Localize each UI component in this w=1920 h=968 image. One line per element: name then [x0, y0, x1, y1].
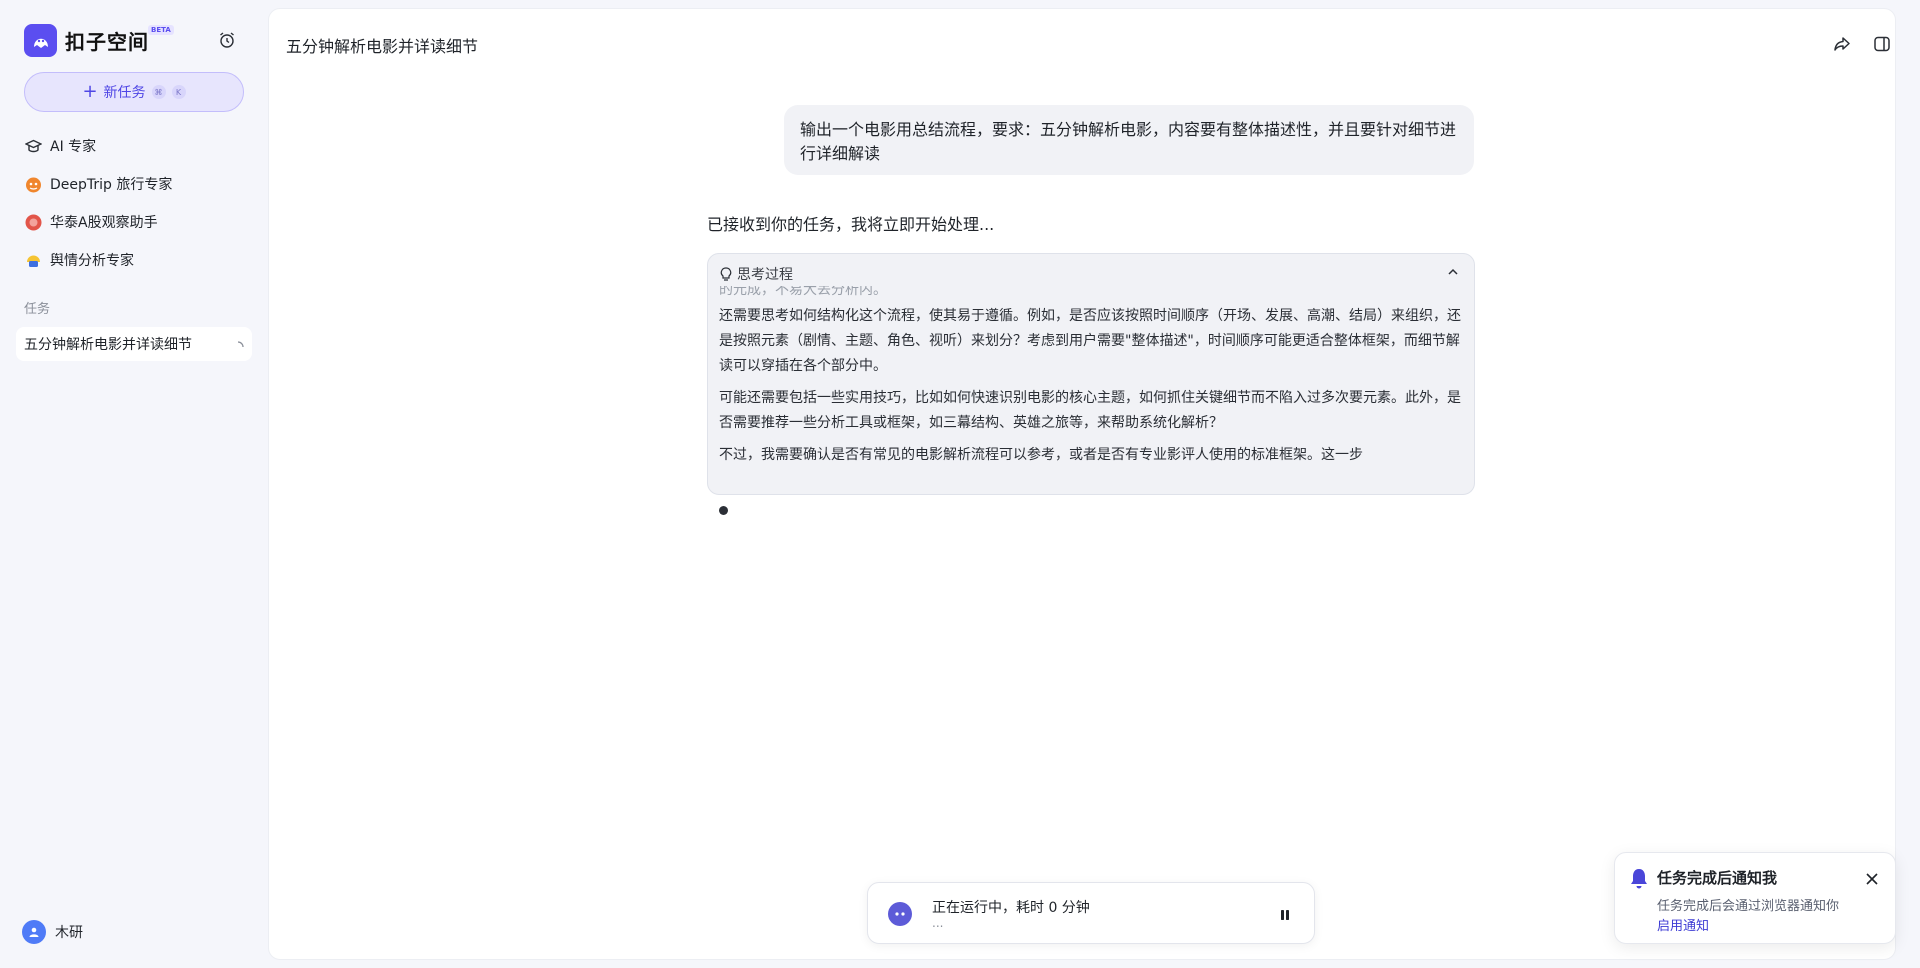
avatar	[22, 920, 46, 944]
brand-name: 扣子空间	[65, 30, 149, 54]
graduation-cap-icon	[24, 137, 42, 155]
status-text: 正在运行中，耗时 0 分钟	[932, 900, 1090, 916]
thinking-panel: 思考过程 的元成，不易大丢分析内。 还需要思考如何结构化这个流程，使其易于遵循。…	[707, 253, 1475, 495]
user-profile[interactable]: 木研	[22, 920, 83, 944]
shortcut-cmd: ⌘	[151, 85, 166, 99]
thinking-paragraph: 不过，我需要确认是否有常见的电影解析流程可以参考，或者是否有专业影评人使用的标准…	[719, 447, 1363, 463]
sidebar-item-label: DeepTrip 旅行专家	[50, 177, 173, 193]
sidebar-item-label: 华泰A股观察助手	[50, 215, 158, 231]
sentiment-icon	[24, 251, 42, 269]
toast-title: 任务完成后通知我	[1657, 869, 1778, 887]
page-title: 五分钟解析电影并详读细节	[286, 37, 479, 56]
enable-notification-link[interactable]: 启用通知	[1657, 915, 1709, 934]
typing-indicator	[719, 506, 728, 515]
logo-icon	[24, 24, 57, 57]
user-message: 输出一个电影用总结流程，要求：五分钟解析电影，内容要有整体描述性，并且要针对细节…	[784, 105, 1474, 175]
share-icon[interactable]	[1831, 33, 1853, 55]
plus-icon: +	[82, 81, 98, 102]
huatai-icon	[24, 213, 42, 231]
beta-badge: BETA	[148, 25, 174, 35]
task-item[interactable]: 五分钟解析电影并详读细节	[16, 327, 252, 361]
new-task-button[interactable]: + 新任务 ⌘ K	[24, 72, 244, 112]
brand[interactable]: 扣子空间 BETA	[24, 24, 174, 57]
sidebar-item-huatai[interactable]: 华泰A股观察助手	[16, 205, 252, 239]
sidebar-item-deeptrip[interactable]: DeepTrip 旅行专家	[16, 167, 252, 201]
toast-description: 任务完成后会通过浏览器通知你	[1657, 899, 1840, 914]
bot-avatar-icon	[888, 902, 912, 926]
pause-icon[interactable]	[1278, 907, 1292, 921]
thinking-paragraph: 可能还需要包括一些实用技巧，比如如何快速识别电影的核心主题，如何抓住关键细节而不…	[719, 390, 1461, 431]
shortcut-k: K	[171, 85, 186, 99]
main-panel: 五分钟解析电影并详读细节 输出一个电影用总结流程，要求：五分钟解析电影，内容要有…	[268, 8, 1896, 960]
thinking-content: 的元成，不易大丢分析内。 还需要思考如何结构化这个流程，使其易于遵循。例如，是否…	[719, 286, 1465, 486]
status-subtext: ...	[932, 916, 944, 930]
chevron-up-icon[interactable]	[1446, 264, 1462, 280]
user-name: 木研	[55, 925, 83, 941]
alarm-clock-icon[interactable]	[218, 31, 236, 49]
sidebar-item-ai-expert[interactable]: AI 专家	[16, 129, 252, 163]
thinking-paragraph: 还需要思考如何结构化这个流程，使其易于遵循。例如，是否应该按照时间顺序（开场、发…	[719, 308, 1461, 374]
loading-spinner-icon	[232, 338, 244, 350]
bell-icon	[1629, 867, 1649, 889]
thinking-title: 思考过程	[737, 267, 793, 283]
close-icon[interactable]	[1865, 871, 1879, 885]
new-task-label: 新任务	[103, 85, 146, 101]
thinking-clipped-line: 的元成，不易大丢分析内。	[719, 286, 887, 296]
lightbulb-icon	[720, 267, 732, 281]
toggle-panel-icon[interactable]	[1871, 33, 1893, 55]
sidebar-item-label: AI 专家	[50, 139, 97, 155]
tasks-section-title: 任务	[24, 302, 51, 317]
task-item-label: 五分钟解析电影并详读细节	[24, 337, 192, 353]
deeptrip-icon	[24, 175, 42, 193]
sidebar-item-sentiment[interactable]: 舆情分析专家	[16, 243, 252, 277]
running-status-bar: 正在运行中，耗时 0 分钟 ...	[867, 882, 1315, 944]
assistant-ack-message: 已接收到你的任务，我将立即开始处理...	[707, 215, 995, 234]
sidebar-item-label: 舆情分析专家	[50, 253, 134, 269]
notify-toast: 任务完成后通知我 任务完成后会通过浏览器通知你 启用通知	[1614, 852, 1896, 944]
thinking-header[interactable]: 思考过程	[720, 264, 793, 284]
sidebar: 扣子空间 BETA + 新任务 ⌘ K AI 专家 DeepTrip 旅行专家	[0, 0, 268, 968]
